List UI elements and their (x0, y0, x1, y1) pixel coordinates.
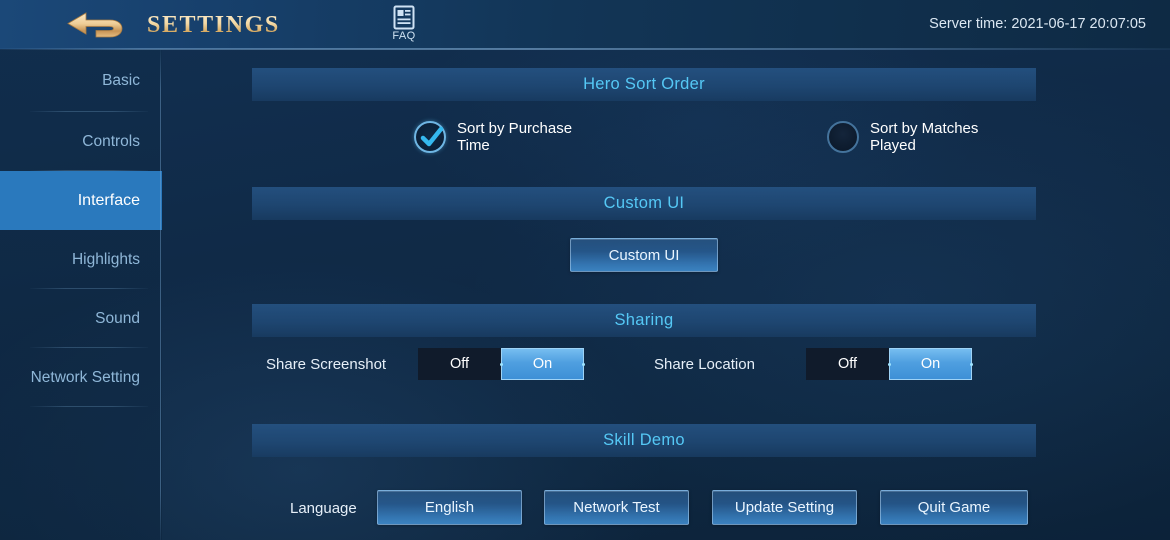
sidebar-item-network-setting[interactable]: Network Setting (0, 348, 162, 407)
share-screenshot-label: Share Screenshot (266, 356, 387, 373)
button-label: Update Setting (734, 499, 835, 516)
sidebar-nav: Basic Controls Interface Highlights Soun… (0, 50, 162, 540)
back-arrow-icon[interactable] (66, 7, 132, 43)
section-title: Skill Demo (603, 431, 685, 449)
toggle-option-on[interactable]: On (888, 348, 973, 380)
button-label: Custom UI (608, 246, 680, 264)
check-icon (419, 125, 445, 156)
sidebar-item-highlights[interactable]: Highlights (0, 230, 162, 289)
sidebar-item-label: Interface (77, 191, 140, 209)
sidebar-item-sound[interactable]: Sound (0, 289, 162, 348)
sidebar-item-interface[interactable]: Interface (0, 171, 162, 230)
sidebar-item-label: Network Setting (30, 369, 140, 386)
toggle-option-off[interactable]: Off (806, 348, 889, 380)
section-header-sharing: Sharing (252, 304, 1036, 337)
radio-indicator-selected (414, 121, 446, 153)
share-location-label: Share Location (654, 356, 755, 373)
language-label: Language (290, 500, 357, 517)
faq-button[interactable]: FAQ (386, 5, 422, 48)
sidebar-item-label: Basic (102, 72, 140, 89)
radio-sort-by-purchase-time[interactable]: Sort by Purchase Time (414, 120, 607, 154)
network-test-button[interactable]: Network Test (544, 490, 689, 525)
radio-label: Sort by Matches Played (870, 120, 979, 154)
radio-indicator-unselected (827, 121, 859, 153)
section-title: Sharing (614, 311, 674, 329)
faq-document-icon (393, 5, 415, 30)
section-title: Custom UI (603, 194, 685, 212)
faq-label: FAQ (392, 30, 416, 42)
header-bar: SETTINGS FAQ Server time: 2021-06-17 20:… (0, 0, 1170, 49)
section-title: Hero Sort Order (583, 75, 705, 93)
section-header-custom-ui: Custom UI (252, 187, 1036, 220)
language-button[interactable]: English (377, 490, 522, 525)
share-location-toggle[interactable]: Off On (806, 348, 973, 380)
hero-sort-order-options: Sort by Purchase Time Sort by Matches Pl… (252, 120, 1036, 168)
page-title: SETTINGS (147, 12, 280, 38)
section-header-skill-demo: Skill Demo (252, 424, 1036, 457)
server-time: Server time: 2021-06-17 20:07:05 (929, 16, 1146, 32)
button-label: Quit Game (917, 499, 991, 516)
sidebar-item-controls[interactable]: Controls (0, 112, 162, 171)
sidebar-item-label: Controls (82, 132, 140, 150)
sidebar-item-basic[interactable]: Basic (0, 50, 162, 112)
radio-label: Sort by Purchase Time (457, 120, 573, 154)
settings-screen: SETTINGS FAQ Server time: 2021-06-17 20:… (0, 0, 1170, 540)
toggle-option-on[interactable]: On (500, 348, 585, 380)
custom-ui-button[interactable]: Custom UI (570, 238, 718, 272)
button-label: English (424, 499, 475, 516)
toggle-option-off[interactable]: Off (418, 348, 501, 380)
update-setting-button[interactable]: Update Setting (712, 490, 857, 525)
quit-game-button[interactable]: Quit Game (880, 490, 1028, 525)
share-screenshot-toggle[interactable]: Off On (418, 348, 585, 380)
section-header-hero-sort-order: Hero Sort Order (252, 68, 1036, 101)
button-label: Network Test (573, 499, 660, 516)
sidebar-item-label: Sound (95, 309, 140, 327)
sidebar-divider (160, 50, 161, 540)
sidebar-item-label: Highlights (71, 250, 140, 268)
settings-content: Hero Sort Order Sort by Purchase Time So… (162, 50, 1170, 540)
radio-sort-by-matches-played[interactable]: Sort by Matches Played (827, 120, 1020, 154)
